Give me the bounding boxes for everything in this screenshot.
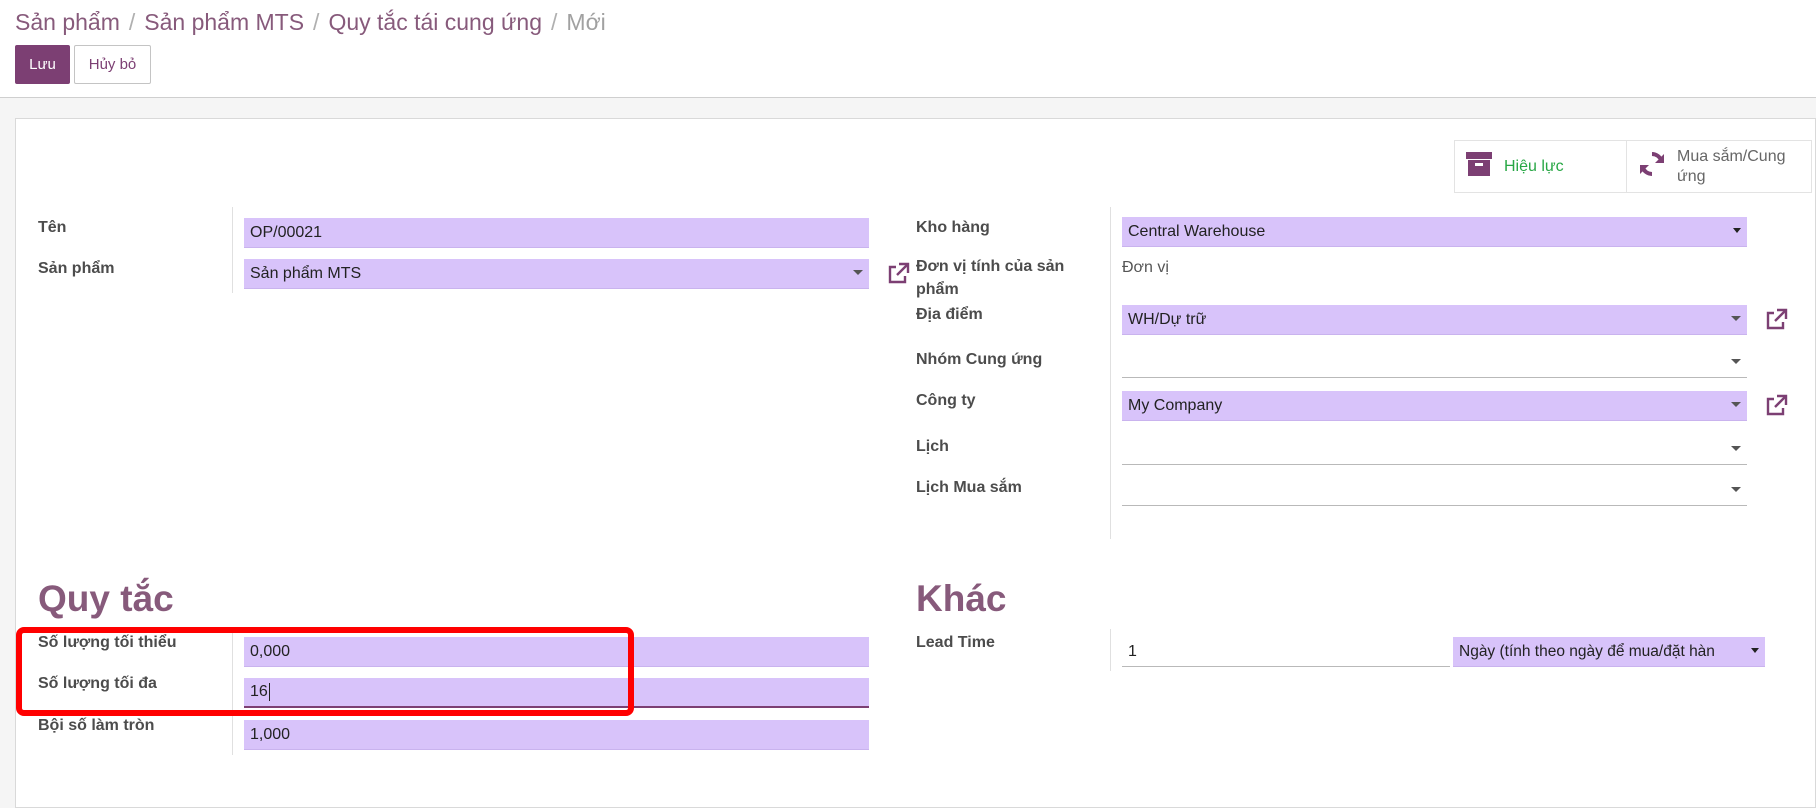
external-link-icon[interactable] <box>1764 308 1788 332</box>
product-value: Sản phẩm MTS <box>250 264 362 282</box>
caret-down-icon <box>1751 648 1759 653</box>
purchase-calendar-label: Lịch Mua sắm <box>916 479 1022 496</box>
location-label: Địa điểm <box>916 306 983 323</box>
max-qty-label: Số lượng tối đa <box>38 675 157 692</box>
procurement-group-select[interactable] <box>1122 348 1747 378</box>
divider <box>232 207 233 293</box>
breadcrumb: Sản phẩm / Sản phẩm MTS / Quy tắc tái cung ứ… <box>15 9 606 36</box>
save-button[interactable]: Lưu <box>15 45 70 84</box>
uom-label: Đơn vị tính của sản phẩm <box>916 258 1065 298</box>
warehouse-value: Central Warehouse <box>1128 222 1266 240</box>
min-qty-label: Số lượng tối thiểu <box>38 634 177 651</box>
divider <box>232 629 233 755</box>
purchase-calendar-select[interactable] <box>1122 476 1747 506</box>
other-section-title: Khác <box>916 578 1007 619</box>
lead-time-field[interactable]: 1 <box>1122 637 1450 667</box>
form-content: Hiệu lực Mua sắm/Cung ứng Tên Sản phẩm O… <box>0 98 1816 808</box>
min-qty-field[interactable]: 0,000 <box>244 637 869 667</box>
company-label: Công ty <box>916 392 976 409</box>
procurement-group-label: Nhóm Cung ứng <box>916 351 1043 368</box>
caret-down-icon <box>1731 487 1741 492</box>
uom-value: Đơn vị <box>1122 259 1169 276</box>
active-toggle-button[interactable]: Hiệu lực <box>1455 141 1627 192</box>
company-select[interactable]: My Company <box>1122 391 1747 421</box>
divider <box>1110 629 1111 671</box>
breadcrumb-item-products[interactable]: Sản phẩm <box>15 9 120 35</box>
caret-down-icon <box>1733 228 1741 233</box>
name-field[interactable]: OP/00021 <box>244 218 869 248</box>
external-link-icon[interactable] <box>886 262 910 286</box>
archive-icon <box>1465 150 1493 183</box>
product-select[interactable]: Sản phẩm MTS <box>244 259 869 289</box>
discard-button[interactable]: Hủy bỏ <box>74 45 151 84</box>
location-select[interactable]: WH/Dự trữ <box>1122 305 1747 335</box>
divider <box>1110 207 1111 539</box>
control-panel: Sản phẩm / Sản phẩm MTS / Quy tắc tái cung ứ… <box>0 0 1816 98</box>
calendar-label: Lịch <box>916 438 949 455</box>
breadcrumb-item-product[interactable]: Sản phẩm MTS <box>144 9 304 35</box>
lead-type-value: Ngày (tính theo ngày để mua/đặt hàn <box>1459 642 1715 660</box>
rounding-multiple-label: Bội số làm tròn <box>38 717 155 734</box>
breadcrumb-separator: / <box>128 9 136 35</box>
max-qty-value: 16 <box>250 683 268 700</box>
caret-down-icon <box>853 270 863 275</box>
caret-down-icon <box>1731 446 1741 451</box>
breadcrumb-separator: / <box>313 9 320 35</box>
breadcrumb-item-reorder-rules[interactable]: Quy tắc tái cung ứng <box>328 9 542 35</box>
caret-down-icon <box>1731 402 1741 407</box>
warehouse-select[interactable]: Central Warehouse <box>1122 217 1747 247</box>
company-value: My Company <box>1128 396 1223 414</box>
breadcrumb-current: Mới <box>566 9 606 35</box>
external-link-icon[interactable] <box>1764 394 1788 418</box>
calendar-select[interactable] <box>1122 435 1747 465</box>
warehouse-label: Kho hàng <box>916 219 990 236</box>
name-label: Tên <box>38 219 67 236</box>
active-label: Hiệu lực <box>1504 157 1564 175</box>
button-box: Hiệu lực Mua sắm/Cung ứng <box>1454 140 1812 193</box>
location-value: WH/Dự trữ <box>1128 310 1207 328</box>
rules-section-title: Quy tắc <box>38 578 174 619</box>
lead-type-select[interactable]: Ngày (tính theo ngày để mua/đặt hàn <box>1453 637 1765 667</box>
lead-time-label: Lead Time <box>916 634 995 651</box>
rounding-multiple-field[interactable]: 1,000 <box>244 720 869 750</box>
caret-down-icon <box>1731 359 1741 364</box>
product-label: Sản phẩm <box>38 260 115 277</box>
max-qty-field[interactable]: 16 <box>244 678 869 708</box>
breadcrumb-separator: / <box>551 9 558 35</box>
text-cursor <box>268 683 270 701</box>
refresh-icon <box>1638 150 1666 183</box>
caret-down-icon <box>1731 316 1741 321</box>
form-sheet: Hiệu lực Mua sắm/Cung ứng Tên Sản phẩm O… <box>15 118 1816 808</box>
procurement-label: Mua sắm/Cung ứng <box>1677 147 1786 185</box>
procurement-button[interactable]: Mua sắm/Cung ứng <box>1627 141 1797 192</box>
